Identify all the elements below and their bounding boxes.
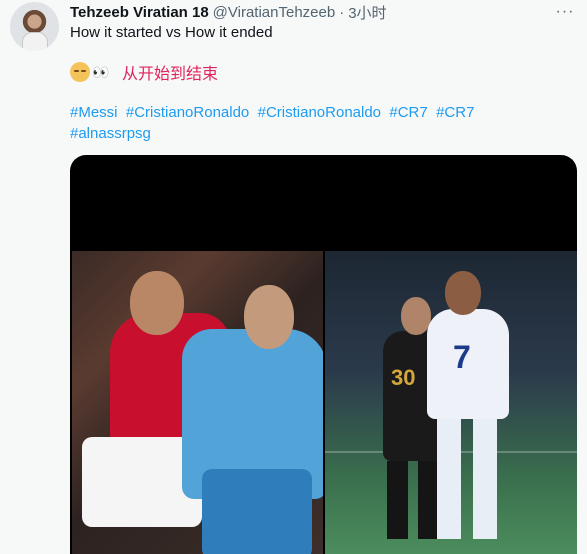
relieved-face-icon (70, 62, 90, 82)
player-black-legs (387, 461, 439, 539)
player-white-legs (437, 419, 497, 539)
tweet-timestamp[interactable]: 3小时 (348, 2, 386, 23)
hashtag-link[interactable]: #alnassrpsg (70, 125, 151, 142)
eyes-icon: 👀 (92, 63, 110, 80)
hashtag-link[interactable]: #Messi (70, 104, 118, 121)
more-horizontal-icon[interactable]: ··· (553, 2, 577, 22)
tweet-media[interactable]: 30 7 (70, 155, 577, 554)
hashtag-link[interactable]: #CristianoRonaldo (126, 104, 249, 121)
player-blue-head (244, 285, 294, 349)
tweet-text-line1: How it started vs How it ended (70, 24, 273, 41)
media-photo-left[interactable] (72, 251, 323, 554)
tweet-card[interactable]: Tehzeeb Viratian 18 @ViratianTehzeeb · 3… (0, 0, 587, 554)
player-blue-shorts (202, 469, 312, 554)
player-red-head (130, 271, 184, 335)
player-white-head (445, 271, 481, 315)
hashtag-link[interactable]: #CR7 (436, 104, 474, 121)
hashtag-link[interactable]: #CristianoRonaldo (258, 104, 381, 121)
separator-dot: · (339, 3, 345, 21)
hashtag-link[interactable]: #CR7 (389, 104, 427, 121)
chinese-caption: 从开始到结束 (122, 66, 219, 83)
tweet-header: Tehzeeb Viratian 18 @ViratianTehzeeb · 3… (70, 2, 387, 22)
player-black-number: 30 (391, 365, 416, 390)
author-name[interactable]: Tehzeeb Viratian 18 (70, 4, 209, 21)
hashtag-list: #Messi #CristianoRonaldo #CristianoRonal… (70, 102, 510, 144)
avatar[interactable] (10, 2, 59, 51)
avatar-figure (22, 32, 48, 51)
tweet-text-line2: 👀 从开始到结束 (70, 60, 218, 84)
author-handle[interactable]: @ViratianTehzeeb (213, 4, 336, 21)
media-photo-right[interactable]: 30 7 (325, 251, 577, 554)
player-white-number: 7 (453, 339, 471, 375)
